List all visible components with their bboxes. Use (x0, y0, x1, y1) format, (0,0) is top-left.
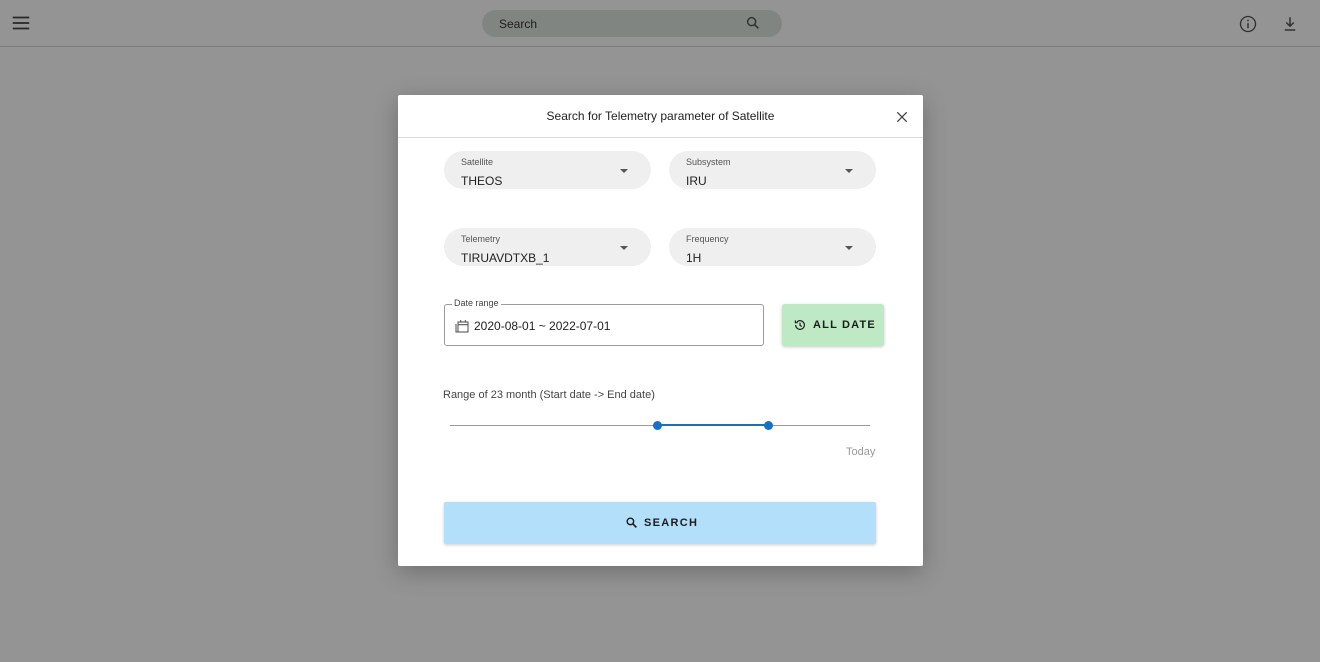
satellite-select[interactable]: Satellite THEOS (444, 151, 651, 189)
slider-start-thumb[interactable] (653, 421, 663, 430)
search-icon (626, 517, 637, 528)
date-range-slider[interactable] (450, 415, 870, 437)
frequency-value: 1H (686, 251, 702, 265)
range-label: Range of 23 month (Start date -> End dat… (443, 389, 655, 401)
dialog-header: Search for Telemetry parameter of Satell… (398, 95, 923, 138)
date-range-value: 2020-08-01 ~ 2022-07-01 (474, 319, 611, 333)
frequency-select[interactable]: Frequency 1H (669, 228, 876, 266)
dropdown-arrow-icon (845, 169, 853, 173)
telemetry-select[interactable]: Telemetry TIRUAVDTXB_1 (444, 228, 651, 266)
subsystem-select[interactable]: Subsystem IRU (669, 151, 876, 189)
dropdown-arrow-icon (620, 169, 628, 173)
date-range-label: Date range (452, 298, 501, 308)
date-range-field[interactable]: Date range 2020-08-01 ~ 2022-07-01 (444, 298, 764, 346)
telemetry-label: Telemetry (461, 234, 501, 244)
history-clock-icon (794, 320, 805, 330)
calendar-icon (455, 320, 469, 333)
satellite-value: THEOS (461, 174, 503, 188)
subsystem-label: Subsystem (686, 157, 731, 167)
frequency-label: Frequency (686, 234, 729, 244)
all-date-label: ALL DATE (813, 319, 876, 331)
dropdown-arrow-icon (620, 246, 628, 250)
all-date-button[interactable]: ALL DATE (782, 304, 884, 346)
close-icon[interactable] (894, 109, 910, 125)
dropdown-arrow-icon (845, 246, 853, 250)
satellite-label: Satellite (461, 157, 494, 167)
today-label: Today (846, 446, 876, 458)
search-dialog: Search for Telemetry parameter of Satell… (398, 95, 923, 566)
search-button-label: SEARCH (644, 517, 699, 529)
slider-track (657, 424, 768, 426)
search-button[interactable]: SEARCH (444, 502, 876, 544)
telemetry-value: TIRUAVDTXB_1 (461, 251, 550, 265)
dialog-title: Search for Telemetry parameter of Satell… (546, 109, 775, 123)
slider-end-thumb[interactable] (763, 421, 773, 430)
subsystem-value: IRU (686, 174, 707, 188)
